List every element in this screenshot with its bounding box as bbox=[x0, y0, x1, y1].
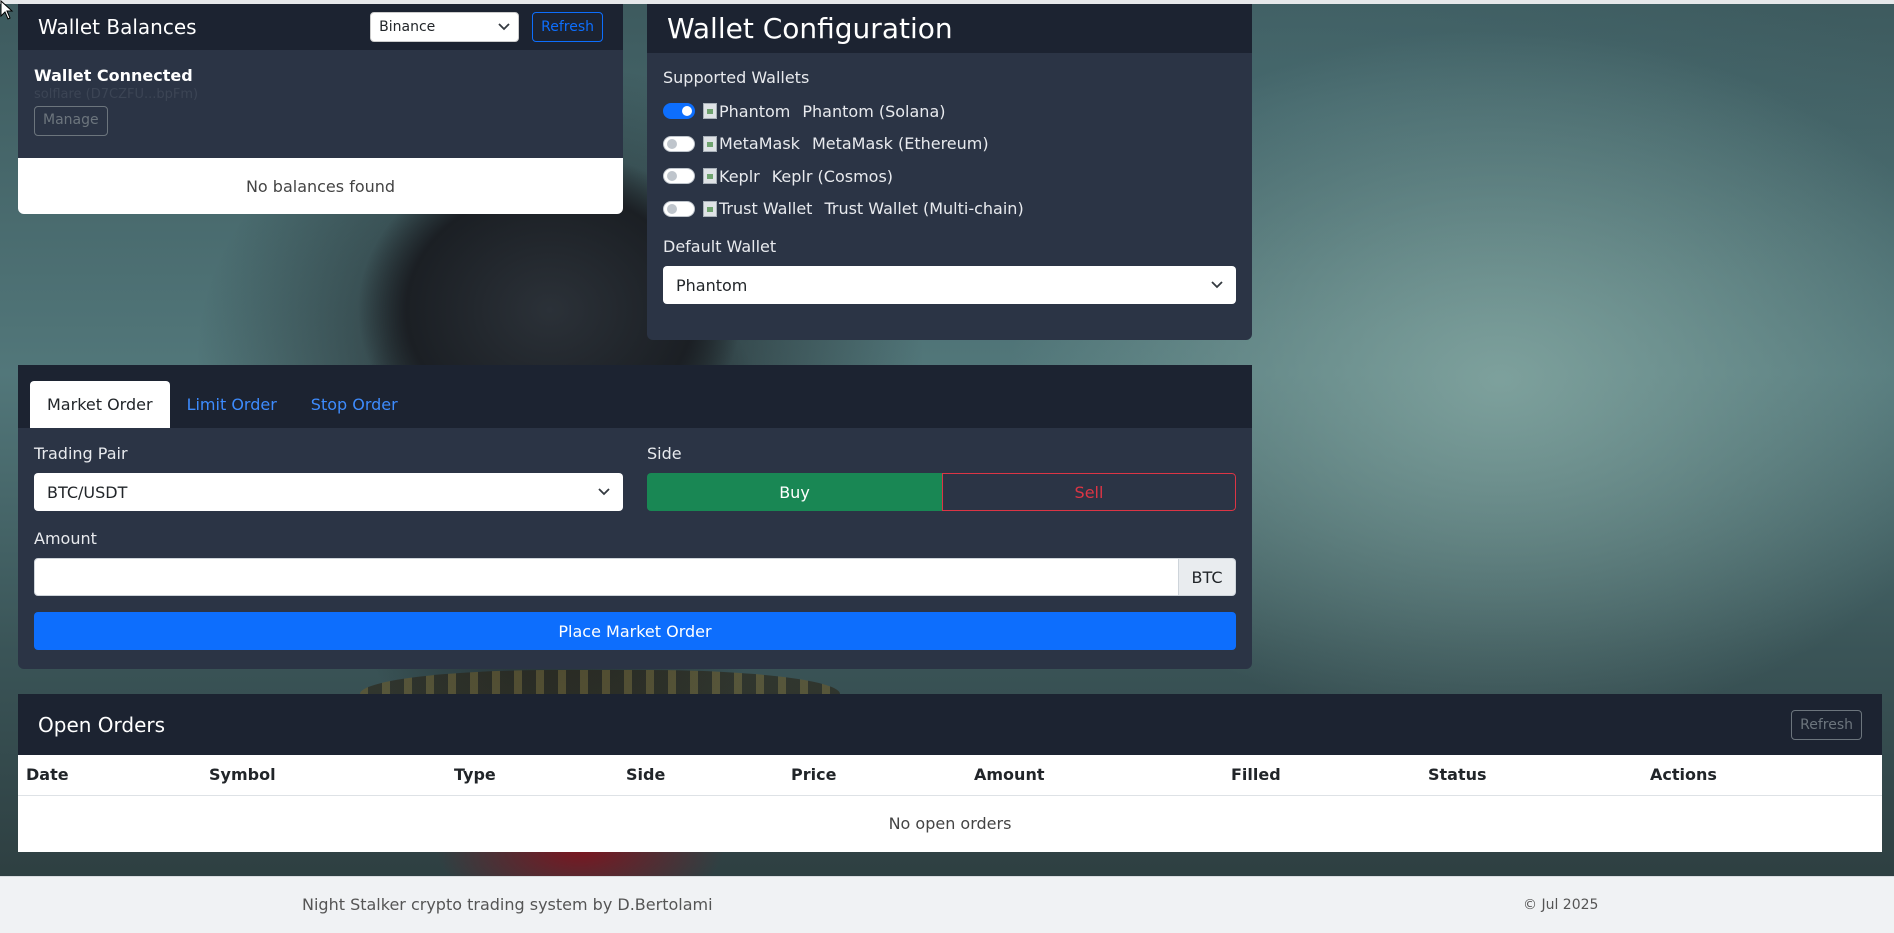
mouse-cursor-icon bbox=[0, 0, 14, 20]
trading-pair-label: Trading Pair bbox=[34, 444, 128, 463]
keplr-label: Keplr (Cosmos) bbox=[771, 166, 894, 186]
wallet-option-metamask: MetaMask MetaMask (Ethereum) bbox=[663, 128, 1236, 161]
trading-pair-select[interactable]: BTC/USDT bbox=[34, 473, 623, 511]
open-orders-table: Date Symbol Type Side Price Amount Fille… bbox=[18, 755, 1882, 852]
side-toggle-group: Buy Sell bbox=[647, 473, 1236, 511]
wallet-configuration-body: Supported Wallets Phantom Phantom (Solan… bbox=[647, 53, 1252, 340]
balances-refresh-button[interactable]: Refresh bbox=[532, 12, 603, 42]
place-order-button[interactable]: Place Market Order bbox=[34, 612, 1236, 650]
trust-wallet-logo: Trust Wallet bbox=[703, 199, 812, 218]
table-header-row: Date Symbol Type Side Price Amount Fille… bbox=[18, 755, 1882, 796]
wallet-connected-title: Wallet Connected bbox=[34, 66, 193, 85]
wallet-address: solflare (D7CZFU...bpFm) bbox=[34, 87, 199, 102]
orders-refresh-button[interactable]: Refresh bbox=[1791, 709, 1862, 740]
chevron-down-icon bbox=[1211, 281, 1223, 289]
column-type: Type bbox=[446, 755, 618, 796]
wallet-configuration-title: Wallet Configuration bbox=[667, 12, 953, 45]
order-tabs: Market Order Limit Order Stop Order bbox=[18, 365, 1252, 428]
column-status: Status bbox=[1420, 755, 1642, 796]
wallet-balances-title: Wallet Balances bbox=[38, 15, 197, 39]
amount-input[interactable] bbox=[34, 558, 1179, 596]
wallet-option-trust-wallet: Trust Wallet Trust Wallet (Multi-chain) bbox=[663, 193, 1236, 226]
keplr-logo: Keplr bbox=[703, 167, 760, 186]
column-amount: Amount bbox=[966, 755, 1223, 796]
manage-wallet-button[interactable]: Manage bbox=[34, 106, 108, 136]
metamask-logo: MetaMask bbox=[703, 134, 800, 153]
tab-stop-order[interactable]: Stop Order bbox=[294, 381, 415, 428]
default-wallet-value: Phantom bbox=[676, 275, 748, 295]
order-form: Trading Pair BTC/USDT Side Buy Sell Amou… bbox=[18, 428, 1252, 669]
exchange-select[interactable]: Binance bbox=[370, 12, 520, 42]
open-orders-header: Open Orders Refresh bbox=[18, 694, 1882, 755]
keplr-toggle[interactable] bbox=[663, 168, 695, 185]
amount-input-group: BTC bbox=[34, 558, 1236, 596]
balances-empty-message: No balances found bbox=[18, 158, 623, 214]
open-orders-card: Open Orders Refresh Date Symbol Type Sid… bbox=[18, 694, 1882, 852]
order-card: Market Order Limit Order Stop Order Trad… bbox=[18, 365, 1252, 669]
column-symbol: Symbol bbox=[201, 755, 446, 796]
open-orders-empty-message: No open orders bbox=[888, 814, 1012, 834]
phantom-toggle[interactable] bbox=[663, 103, 695, 120]
chevron-down-icon bbox=[598, 488, 610, 496]
side-label: Side bbox=[647, 444, 682, 463]
trust-wallet-label: Trust Wallet (Multi-chain) bbox=[824, 199, 1024, 219]
default-wallet-select[interactable]: Phantom bbox=[663, 266, 1236, 304]
column-filled: Filled bbox=[1223, 755, 1420, 796]
tab-market-order[interactable]: Market Order bbox=[30, 381, 170, 428]
trading-pair-value: BTC/USDT bbox=[47, 482, 128, 502]
open-orders-title: Open Orders bbox=[38, 712, 166, 737]
table-row: No open orders bbox=[18, 795, 1882, 852]
wallet-configuration-card: Wallet Configuration Supported Wallets P… bbox=[647, 4, 1252, 340]
footer-copyright: © Jul 2025 bbox=[1523, 897, 1599, 913]
wallet-balances-card: Wallet Balances Binance Refresh Wallet C… bbox=[18, 4, 623, 214]
wallet-option-phantom: Phantom Phantom (Solana) bbox=[663, 95, 1236, 128]
footer-credit: Night Stalker crypto trading system by D… bbox=[302, 895, 713, 914]
footer: Night Stalker crypto trading system by D… bbox=[0, 876, 1894, 933]
chevron-down-icon bbox=[498, 23, 510, 31]
buy-button[interactable]: Buy bbox=[647, 473, 942, 511]
phantom-label: Phantom (Solana) bbox=[802, 101, 946, 121]
phantom-logo: Phantom bbox=[703, 102, 790, 121]
column-actions: Actions bbox=[1642, 755, 1882, 796]
column-side: Side bbox=[618, 755, 783, 796]
sell-button[interactable]: Sell bbox=[942, 473, 1236, 511]
amount-label: Amount bbox=[34, 529, 97, 548]
wallet-option-keplr: Keplr Keplr (Cosmos) bbox=[663, 160, 1236, 193]
metamask-label: MetaMask (Ethereum) bbox=[811, 134, 989, 154]
wallet-connected-panel: Wallet Connected solflare (D7CZFU...bpFm… bbox=[18, 50, 623, 158]
wallet-balances-header: Wallet Balances Binance Refresh bbox=[18, 4, 623, 50]
column-date: Date bbox=[18, 755, 201, 796]
tab-limit-order[interactable]: Limit Order bbox=[170, 381, 294, 428]
metamask-toggle[interactable] bbox=[663, 135, 695, 152]
supported-wallets-label: Supported Wallets bbox=[663, 68, 810, 87]
trust-wallet-toggle[interactable] bbox=[663, 200, 695, 217]
wallet-configuration-header: Wallet Configuration bbox=[647, 4, 1252, 53]
default-wallet-label: Default Wallet bbox=[663, 237, 777, 256]
column-price: Price bbox=[783, 755, 966, 796]
amount-unit: BTC bbox=[1179, 558, 1236, 596]
exchange-select-value: Binance bbox=[379, 19, 436, 35]
